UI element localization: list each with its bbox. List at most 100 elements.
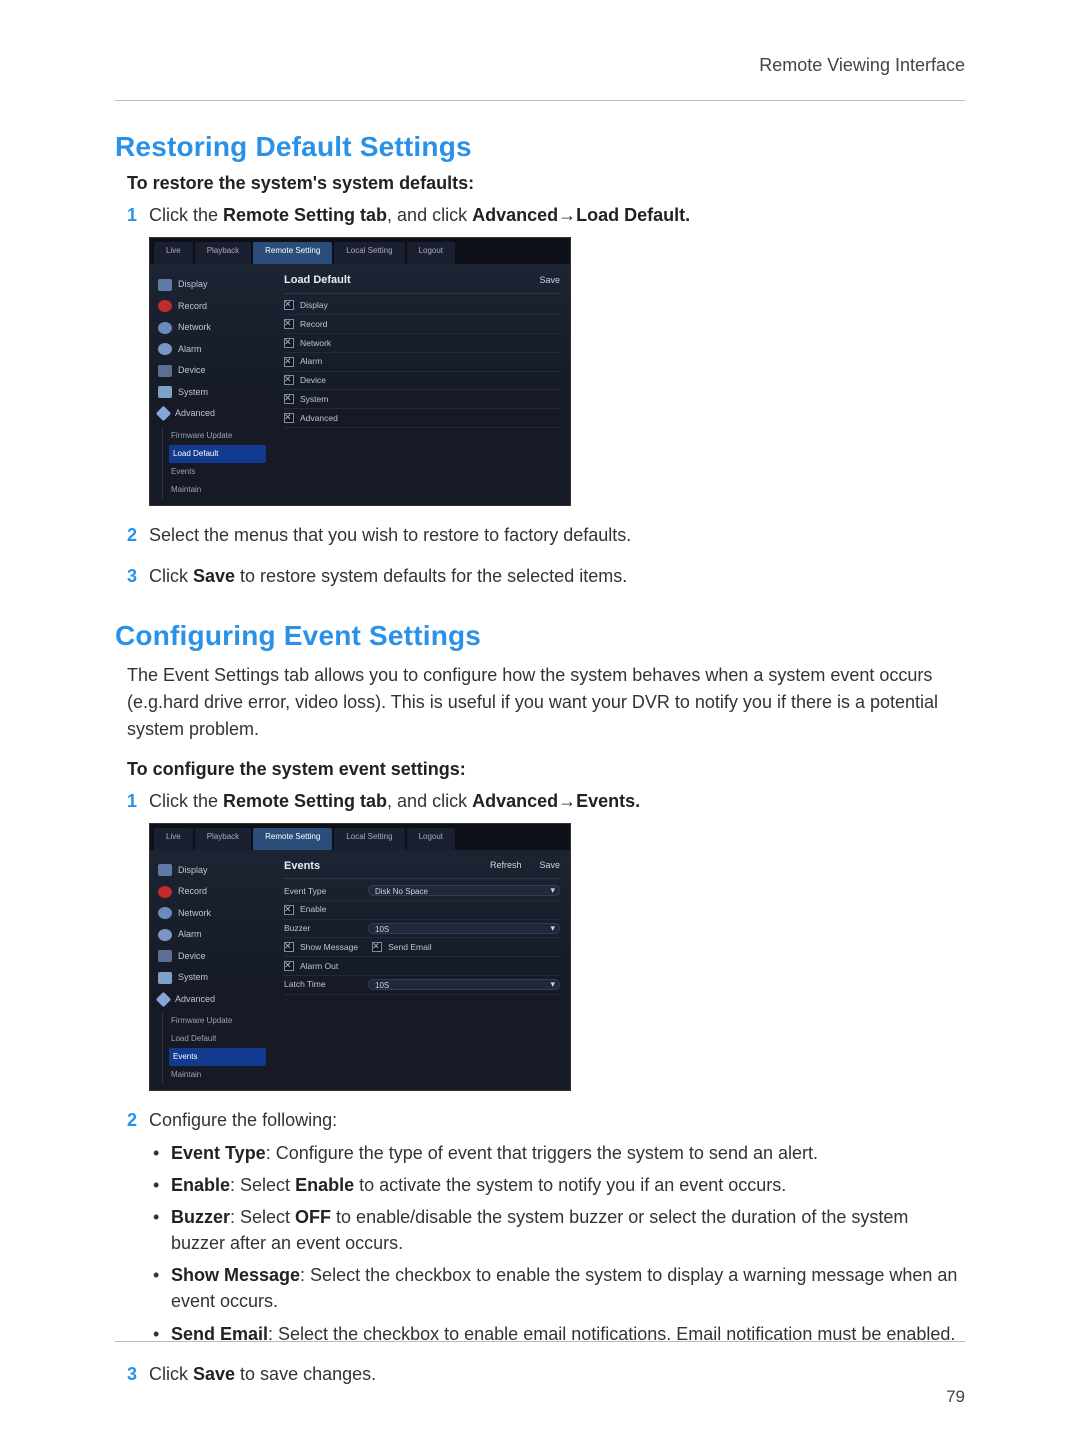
refresh-button[interactable]: Refresh [490, 859, 522, 873]
screenshot-tabs: Live Playback Remote Setting Local Setti… [150, 238, 570, 264]
sidebar-sub-maintain[interactable]: Maintain [169, 481, 274, 499]
bullet-event-type: Event Type: Configure the type of event … [153, 1140, 965, 1166]
sidebar-sub-items: Firmware Update Load Default Events Main… [162, 427, 274, 499]
sidebar-item-record[interactable]: Record [156, 296, 274, 318]
row-device[interactable]: Device [284, 372, 560, 391]
row-latch-time: Latch Time 10S [284, 976, 560, 995]
sidebar-item-device[interactable]: Device [156, 946, 274, 968]
checkbox-icon[interactable] [284, 375, 294, 385]
tab-live[interactable]: Live [154, 242, 193, 264]
system-icon [158, 386, 172, 398]
screenshot-sidebar: Display Record Network Alarm Device Syst… [150, 850, 274, 1091]
sidebar-item-display[interactable]: Display [156, 860, 274, 882]
sidebar-sub-load-default[interactable]: Load Default [169, 445, 266, 463]
row-system[interactable]: System [284, 390, 560, 409]
checkbox-icon[interactable] [284, 961, 294, 971]
section-heading-events: Configuring Event Settings [115, 620, 965, 652]
tab-logout[interactable]: Logout [407, 828, 455, 850]
tab-local-setting[interactable]: Local Setting [334, 828, 404, 850]
restore-step-2: 2 Select the menus that you wish to rest… [127, 522, 965, 549]
step-number: 3 [127, 1361, 137, 1388]
row-event-type: Event Type Disk No Space [284, 882, 560, 901]
checkbox-icon[interactable] [284, 300, 294, 310]
panel-events: Events Refresh Save Event Type Disk No S… [274, 850, 570, 1091]
row-alarm[interactable]: Alarm [284, 353, 560, 372]
row-display[interactable]: Display [284, 297, 560, 316]
top-rule [115, 100, 965, 101]
checkbox-icon[interactable] [284, 319, 294, 329]
tab-remote-setting[interactable]: Remote Setting [253, 828, 332, 850]
sidebar-item-network[interactable]: Network [156, 317, 274, 339]
advanced-icon [156, 991, 172, 1007]
subheading-events: To configure the system event settings: [127, 759, 965, 780]
screenshot-load-default: Live Playback Remote Setting Local Setti… [149, 237, 571, 506]
row-show-message-send-email: Show Message Send Email [284, 938, 560, 957]
tab-live[interactable]: Live [154, 828, 193, 850]
tab-playback[interactable]: Playback [195, 242, 251, 264]
checkbox-icon[interactable] [284, 338, 294, 348]
screenshot-sidebar: Display Record Network Alarm Device Syst… [150, 264, 274, 505]
row-alarm-out[interactable]: Alarm Out [284, 957, 560, 976]
row-enable[interactable]: Enable [284, 901, 560, 920]
record-icon [158, 300, 172, 312]
checkbox-icon[interactable] [284, 413, 294, 423]
sidebar-item-device[interactable]: Device [156, 360, 274, 382]
row-record[interactable]: Record [284, 315, 560, 334]
sidebar-item-advanced[interactable]: Advanced [156, 403, 274, 425]
device-icon [158, 950, 172, 962]
sidebar-item-alarm[interactable]: Alarm [156, 339, 274, 361]
record-icon [158, 886, 172, 898]
sidebar-sub-firmware[interactable]: Firmware Update [169, 427, 274, 445]
sidebar-item-network[interactable]: Network [156, 903, 274, 925]
sidebar-sub-events[interactable]: Events [169, 1048, 266, 1066]
sidebar-item-alarm[interactable]: Alarm [156, 924, 274, 946]
events-step-1: 1 Click the Remote Setting tab, and clic… [127, 788, 965, 1092]
sidebar-item-display[interactable]: Display [156, 274, 274, 296]
bottom-rule [115, 1341, 965, 1342]
save-button[interactable]: Save [539, 274, 560, 288]
checkbox-icon[interactable] [284, 905, 294, 915]
sidebar-item-record[interactable]: Record [156, 881, 274, 903]
step-number: 3 [127, 563, 137, 590]
checkbox-icon[interactable] [284, 942, 294, 952]
step-number: 1 [127, 788, 137, 815]
sidebar-item-system[interactable]: System [156, 967, 274, 989]
row-buzzer: Buzzer 10S [284, 920, 560, 939]
row-advanced[interactable]: Advanced [284, 409, 560, 428]
checkbox-icon[interactable] [372, 942, 382, 952]
step-number: 2 [127, 1107, 137, 1134]
events-bullet-list: Event Type: Configure the type of event … [153, 1140, 965, 1347]
checkbox-icon[interactable] [284, 357, 294, 367]
panel-title: Load Default [284, 272, 351, 289]
sidebar-sub-events[interactable]: Events [169, 463, 274, 481]
event-type-select[interactable]: Disk No Space [368, 885, 560, 896]
tab-remote-setting[interactable]: Remote Setting [253, 242, 332, 264]
sidebar-item-advanced[interactable]: Advanced [156, 989, 274, 1011]
alarm-icon [158, 343, 172, 355]
tab-playback[interactable]: Playback [195, 828, 251, 850]
page-header-right: Remote Viewing Interface [759, 55, 965, 76]
events-steps: 1 Click the Remote Setting tab, and clic… [127, 788, 965, 1388]
sidebar-sub-load-default[interactable]: Load Default [169, 1030, 274, 1048]
sidebar-item-system[interactable]: System [156, 382, 274, 404]
tab-local-setting[interactable]: Local Setting [334, 242, 404, 264]
checkbox-icon[interactable] [284, 394, 294, 404]
events-intro: The Event Settings tab allows you to con… [127, 662, 965, 743]
bullet-show-message: Show Message: Select the checkbox to ena… [153, 1262, 965, 1314]
step-number: 2 [127, 522, 137, 549]
restore-step-1: 1 Click the Remote Setting tab, and clic… [127, 202, 965, 506]
alarm-icon [158, 929, 172, 941]
tab-logout[interactable]: Logout [407, 242, 455, 264]
device-icon [158, 365, 172, 377]
latch-time-select[interactable]: 10S [368, 979, 560, 990]
events-step-2: 2 Configure the following: Event Type: C… [127, 1107, 965, 1347]
buzzer-select[interactable]: 10S [368, 923, 560, 934]
restore-steps: 1 Click the Remote Setting tab, and clic… [127, 202, 965, 590]
sidebar-sub-firmware[interactable]: Firmware Update [169, 1012, 274, 1030]
bullet-enable: Enable: Select Enable to activate the sy… [153, 1172, 965, 1198]
network-icon [158, 907, 172, 919]
sidebar-sub-maintain[interactable]: Maintain [169, 1066, 274, 1084]
manual-page: Remote Viewing Interface Restoring Defau… [0, 0, 1080, 1442]
save-button[interactable]: Save [539, 859, 560, 873]
row-network[interactable]: Network [284, 334, 560, 353]
